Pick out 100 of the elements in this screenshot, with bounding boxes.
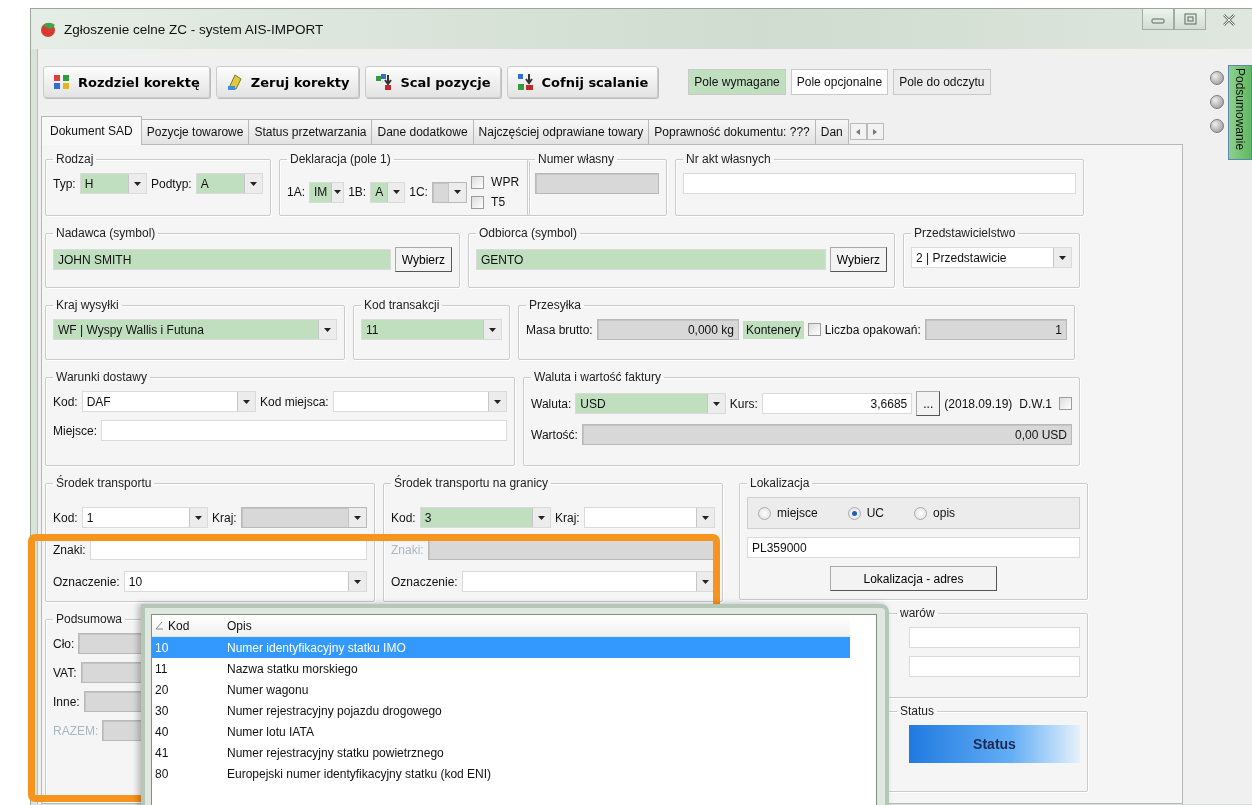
- dropdown-field[interactable]: 11: [361, 319, 502, 340]
- caret-icon: [454, 190, 462, 194]
- tab[interactable]: Najczęściej odprawiane towary: [472, 119, 650, 144]
- radio-button[interactable]: [758, 506, 771, 520]
- dropdown-field[interactable]: [461, 571, 715, 592]
- input-field[interactable]: [909, 627, 1080, 648]
- caret-icon: [334, 190, 342, 194]
- input-field[interactable]: [683, 173, 1076, 194]
- dropdown-field[interactable]: 2 | Przedstawicie: [911, 247, 1072, 268]
- group-title: Kraj wysyłki: [55, 298, 120, 312]
- group-title: Przedstawicielstwo: [913, 226, 1017, 240]
- legend-label: Pole opcjonalne: [790, 69, 889, 95]
- field-label: Oznaczenie:: [53, 574, 120, 589]
- form-button[interactable]: Lokalizacja - adres: [830, 566, 997, 591]
- status-bar[interactable]: Status: [909, 725, 1080, 763]
- legend-label: Pole do odczytu: [893, 69, 991, 95]
- input-field[interactable]: PL359000: [747, 537, 1080, 558]
- caret-icon: [712, 401, 720, 406]
- checkbox[interactable]: [1059, 397, 1072, 410]
- input-field[interactable]: [101, 420, 507, 441]
- code-cell-text: 11: [154, 661, 168, 676]
- toolbar-button[interactable]: Rozdziel korektę: [43, 66, 210, 98]
- side-tab[interactable]: Podsumowanie: [1228, 65, 1252, 160]
- list-row[interactable]: 30 Numer rejestracyjny pojazdu drogowego: [152, 700, 850, 721]
- code-cell-text: 80: [154, 766, 169, 781]
- caret-icon: [243, 399, 250, 404]
- field-label: Znaki:: [391, 542, 424, 557]
- caret-icon: [538, 515, 545, 520]
- description-cell-text: Numer lotu IATA: [226, 724, 314, 739]
- field-label: Inne:: [53, 694, 80, 709]
- list-row[interactable]: 80 Europejski numer identyfikacyjny statku (kod ENI): [152, 763, 850, 784]
- dropdown-field[interactable]: WF | Wyspy Wallis i Futuna: [53, 319, 337, 340]
- input-field[interactable]: 3,6685: [761, 393, 913, 414]
- form-button[interactable]: ...: [916, 391, 941, 416]
- checkbox[interactable]: [471, 195, 485, 209]
- tab-scroll-left-button[interactable]: [849, 123, 867, 140]
- group-title: Nadawca (symbol): [55, 226, 157, 240]
- dropdown-field[interactable]: A: [195, 173, 263, 194]
- tab[interactable]: Dokument SAD: [41, 116, 142, 145]
- code-cell-text: 10: [154, 640, 169, 655]
- dropdown-field[interactable]: 1: [81, 507, 208, 528]
- right-arrow-icon: [872, 127, 879, 136]
- code-cell-text: 41: [154, 745, 169, 760]
- tab[interactable]: Dane dodatkowe: [371, 119, 474, 144]
- input-field[interactable]: 0,00 USD: [581, 424, 1072, 445]
- description-cell-text: Numer rejestracyjny pojazdu drogowego: [226, 703, 442, 718]
- field-label: Kraj:: [212, 510, 237, 525]
- input-field[interactable]: 0,000 kg: [596, 319, 739, 340]
- list-row[interactable]: 41 Numer rejestracyjny statku powietrznego: [152, 742, 850, 763]
- checkbox-label: T5: [490, 194, 507, 211]
- description-cell-text: Nazwa statku morskiego: [226, 661, 358, 676]
- checkbox[interactable]: [471, 175, 485, 189]
- dropdown-field[interactable]: 10: [123, 571, 367, 592]
- pencil-icon: [225, 73, 244, 91]
- field-label: VAT:: [53, 665, 77, 680]
- form-button[interactable]: Wybierz: [394, 247, 452, 272]
- list-row[interactable]: 11 Nazwa statku morskiego: [152, 658, 850, 679]
- toolbar-button[interactable]: Cofnij scalanie: [506, 66, 659, 98]
- column-header[interactable]: Opis: [224, 618, 850, 633]
- caret-icon: [702, 515, 709, 520]
- list-row[interactable]: 40 Numer lotu IATA: [152, 721, 850, 742]
- form-button[interactable]: Wybierz: [829, 247, 887, 272]
- minimize-button[interactable]: [1142, 9, 1174, 30]
- dropdown-field[interactable]: 3: [419, 507, 551, 528]
- group-title: Numer własny: [537, 152, 616, 166]
- code-cell-text: 30: [154, 703, 169, 718]
- input-field[interactable]: JOHN SMITH: [53, 249, 391, 270]
- list-row[interactable]: 20 Numer wagonu: [152, 679, 850, 700]
- dropdown-field[interactable]: USD: [575, 393, 726, 414]
- dropdown-field[interactable]: [431, 181, 468, 203]
- tab[interactable]: Pozycje towarowe: [140, 119, 250, 144]
- input-field[interactable]: [909, 656, 1080, 677]
- column-header[interactable]: Kod: [152, 618, 224, 633]
- toolbar-button[interactable]: Scal pozycje: [365, 66, 501, 98]
- radio-button[interactable]: [914, 506, 928, 520]
- squares-arrow-icon: [375, 73, 394, 91]
- tab[interactable]: Poprawność dokumentu: ???: [648, 119, 816, 144]
- tab[interactable]: Dan: [814, 119, 849, 144]
- radio-button[interactable]: [847, 506, 861, 520]
- dropdown-field[interactable]: [240, 507, 367, 528]
- dropdown-field[interactable]: A: [370, 181, 406, 203]
- dropdown-field[interactable]: IM: [309, 181, 345, 203]
- toolbar-button[interactable]: Zeruj korekty: [215, 66, 360, 98]
- field-label: Podtyp:: [151, 176, 192, 191]
- input-field[interactable]: [535, 173, 659, 194]
- dropdown-field[interactable]: H: [79, 173, 147, 194]
- maximize-button[interactable]: [1174, 9, 1206, 30]
- input-field[interactable]: GENTO: [476, 249, 826, 270]
- input-field[interactable]: 1: [924, 319, 1067, 340]
- group-title: Kod transakcji: [363, 298, 441, 312]
- dropdown-field[interactable]: [583, 507, 715, 528]
- dropdown-field[interactable]: DAF: [81, 391, 256, 412]
- checkbox[interactable]: [807, 323, 821, 336]
- input-field[interactable]: [89, 539, 367, 560]
- dropdown-field[interactable]: [332, 391, 507, 412]
- tab[interactable]: Status przetwarzania: [248, 119, 373, 144]
- field-label: 1C:: [409, 185, 428, 199]
- description-cell-text: Numer rejestracyjny statku powietrznego: [226, 745, 444, 760]
- field-label: Kod:: [53, 394, 78, 409]
- caret-icon: [354, 579, 361, 584]
